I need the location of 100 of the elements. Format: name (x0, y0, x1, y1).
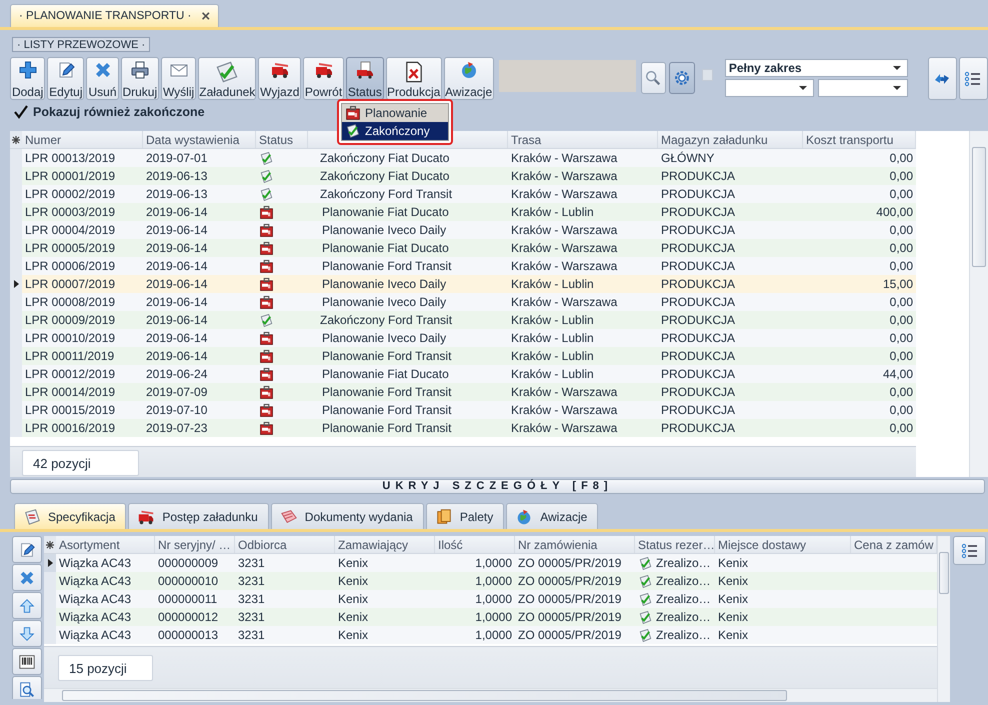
table-row[interactable]: LPR 00007/2019 2019-06-14 Planowanie Iveco Daily Kraków - Lublin PRODUKCJA 15,00 (10, 275, 916, 293)
column-header[interactable]: Odbiorca (235, 536, 335, 553)
case-icon (259, 276, 274, 292)
column-header[interactable]: Nr zamówienia (515, 536, 635, 553)
column-header[interactable]: Status (256, 131, 308, 148)
side-button[interactable] (12, 648, 42, 675)
table-row[interactable]: LPR 00003/2019 2019-06-14 Planowanie Fiat Ducato Kraków - Lublin PRODUKCJA 400,00 (10, 203, 916, 221)
table-cell-text: Kraków - Warszawa (510, 421, 618, 435)
column-header[interactable]: Miejsce dostawy (715, 536, 851, 553)
settings-button[interactable] (669, 62, 694, 94)
tab[interactable]: Dokumenty wydania (270, 503, 424, 529)
stack-icon (434, 508, 453, 526)
table-cell-text: PRODUKCJA (660, 169, 736, 183)
toolbar-button[interactable]: Wyślij (160, 57, 196, 100)
show-completed-checkbox[interactable]: Pokazuj również zakończone (14, 105, 205, 119)
tab[interactable]: Specyfikacja (14, 503, 126, 529)
table-cell-text: PRODUKCJA (660, 349, 736, 363)
document-tab[interactable]: · PLANOWANIE TRANSPORTU · × (10, 4, 220, 27)
hide-details-button[interactable]: UKRYJ SZCZEGÓŁY [F8] (11, 480, 984, 493)
table-row[interactable]: LPR 00006/2019 2019-06-14 Planowanie Ford Transit Kraków - Warszawa PRODUKCJA 0,00 (10, 257, 916, 275)
menu-item[interactable]: Planowanie (342, 104, 448, 122)
table-row[interactable]: LPR 00013/2019 2019-07-01 Zakończony Fiat Ducato Kraków - Warszawa GŁÓWNY 0,00 (10, 149, 916, 167)
toolbar-button[interactable]: Status (346, 57, 384, 100)
table-cell-text: LPR 00002/2019 (24, 187, 116, 201)
table-row[interactable]: LPR 00004/2019 2019-06-14 Planowanie Iveco Daily Kraków - Warszawa PRODUKCJA 0,00 (10, 221, 916, 239)
table-row[interactable]: Wiązka AC43 000000013 3231 Kenix 1,0000 ZO 00005/PR/2019 Zrealizo… Kenix (44, 626, 937, 644)
scrollbar[interactable] (937, 536, 950, 702)
dropdown[interactable] (724, 79, 814, 97)
table-cell-text: Wiązka AC43 (58, 592, 132, 606)
column-header[interactable]: Zamawiający (335, 536, 435, 553)
tab[interactable]: Postęp załadunku (128, 503, 269, 529)
toolbar-button[interactable]: Produkcja (386, 57, 442, 100)
toolbar-button[interactable]: Edytuj (47, 57, 84, 100)
table-row[interactable]: Wiązka AC43 000000011 3231 Kenix 1,0000 ZO 00005/PR/2019 Zrealizo… Kenix (44, 590, 937, 608)
table-cell-text: 400,00 (875, 205, 914, 219)
table-row[interactable]: LPR 00008/2019 2019-06-14 Planowanie Iveco Daily Kraków - Warszawa PRODUKCJA 0,00 (10, 293, 916, 311)
table-cell-text: 2019-06-24 (145, 367, 208, 381)
table-row[interactable]: LPR 00010/2019 2019-06-14 Planowanie Iveco Daily Kraków - Lublin PRODUKCJA 0,00 (10, 329, 916, 347)
table-cell-text: LPR 00001/2019 (24, 169, 116, 183)
search-icon (644, 69, 662, 87)
search-button[interactable] (640, 62, 666, 94)
table-row[interactable]: LPR 00002/2019 2019-06-13 Zakończony Ford Transit Kraków - Warszawa PRODUKCJA 0,00 (10, 185, 916, 203)
table-row[interactable]: Wiązka AC43 000000009 3231 Kenix 1,0000 ZO 00005/PR/2019 Zrealizo… Kenix (44, 554, 937, 572)
range-dropdown[interactable]: Pełny zakres (724, 59, 908, 77)
column-header[interactable]: Numer (22, 131, 143, 148)
table-cell-text: 1,0000 (474, 574, 513, 588)
toolbar-button[interactable]: Dodaj (10, 57, 46, 100)
truck-icon (137, 508, 156, 526)
table-cell-text: Kraków - Warszawa (510, 223, 618, 237)
refresh-button[interactable] (928, 57, 957, 100)
column-header[interactable]: Magazyn załadunku (658, 131, 803, 148)
checkbox[interactable] (702, 69, 713, 81)
table-cell: Zrealizo… (656, 592, 711, 606)
table-cell: Zrealizo… (656, 628, 711, 642)
toolbar-button[interactable]: Drukuj (120, 57, 159, 100)
table-row[interactable]: LPR 00015/2019 2019-07-10 Planowanie Ford Transit Kraków - Warszawa PRODUKCJA 0,00 (10, 401, 916, 419)
table-row[interactable]: LPR 00012/2019 2019-06-24 Planowanie Fiat Ducato Kraków - Lublin PRODUKCJA 44,00 (10, 365, 916, 383)
table-row[interactable]: LPR 00009/2019 2019-06-14 Zakończony Ford Transit Kraków - Lublin PRODUKCJA 0,00 (10, 311, 916, 329)
column-header[interactable]: Ilość (435, 536, 515, 553)
table-row[interactable]: LPR 00005/2019 2019-06-14 Planowanie Fiat Ducato Kraków - Warszawa PRODUKCJA 0,00 (10, 239, 916, 257)
tab[interactable]: Palety (426, 503, 504, 529)
table-cell-text: Planowanie Iveco Daily (321, 331, 448, 345)
table-cell-text: 2019-06-14 (145, 295, 208, 309)
toolbar-button[interactable]: Usuń (86, 57, 119, 100)
side-button[interactable] (12, 536, 42, 563)
table-row[interactable]: LPR 00001/2019 2019-06-13 Zakończony Fiat Ducato Kraków - Warszawa PRODUKCJA 0,00 (10, 167, 916, 185)
column-header[interactable]: Nr seryjny/ … (155, 536, 235, 553)
column-header[interactable]: Trasa (508, 131, 658, 148)
table-row[interactable]: Wiązka AC43 000000012 3231 Kenix 1,0000 ZO 00005/PR/2019 Zrealizo… Kenix (44, 608, 937, 626)
toolbar-button[interactable]: Powrót (303, 57, 344, 100)
table-cell-text: Kraków - Warszawa (510, 259, 618, 273)
columns-button[interactable] (958, 57, 988, 100)
tab[interactable]: Awizacje (506, 503, 598, 529)
row-selector[interactable] (44, 554, 56, 572)
table-row[interactable]: LPR 00011/2019 2019-06-14 Planowanie Ford Transit Kraków - Lublin PRODUKCJA 0,00 (10, 347, 916, 365)
scrollbar[interactable] (969, 131, 988, 477)
papers-icon (280, 508, 298, 526)
toolbar-button[interactable]: Wyjazd (258, 57, 302, 100)
table-cell-text: 2019-06-14 (145, 241, 208, 255)
columns-button[interactable] (953, 536, 986, 565)
column-header[interactable]: Asortyment (56, 536, 155, 553)
table-row[interactable]: LPR 00016/2019 2019-07-23 Planowanie Ford Transit Kraków - Warszawa PRODUKCJA 0,00 (10, 419, 916, 437)
menu-item[interactable]: Zakończony (342, 122, 448, 140)
table-cell-text: Kenix (717, 610, 750, 624)
column-header[interactable]: Data wystawienia (143, 131, 256, 148)
table-cell-text: PRODUKCJA (660, 403, 736, 417)
toolbar-button[interactable]: Awizacje (444, 57, 494, 100)
gear-icon (672, 69, 691, 87)
scrollbar[interactable] (44, 688, 937, 702)
table-cell-text: 2019-06-14 (145, 313, 208, 327)
table-row[interactable]: Wiązka AC43 000000010 3231 Kenix 1,0000 ZO 00005/PR/2019 Zrealizo… Kenix (44, 572, 937, 590)
table-cell-text: Kraków - Warszawa (510, 241, 618, 255)
table-cell-text: ZO 00005/PR/2019 (517, 610, 622, 624)
table-cell-text: Planowanie Ford Transit (321, 385, 452, 399)
table-row[interactable]: LPR 00014/2019 2019-07-09 Planowanie Ford Transit Kraków - Warszawa PRODUKCJA 0,00 (10, 383, 916, 401)
toolbar-button[interactable]: Załadunek (198, 57, 256, 100)
close-button[interactable]: × (201, 8, 210, 24)
table-cell-text: Wiązka AC43 (58, 556, 132, 570)
dropdown[interactable] (818, 79, 908, 97)
column-header[interactable]: Status rezer… (635, 536, 715, 553)
